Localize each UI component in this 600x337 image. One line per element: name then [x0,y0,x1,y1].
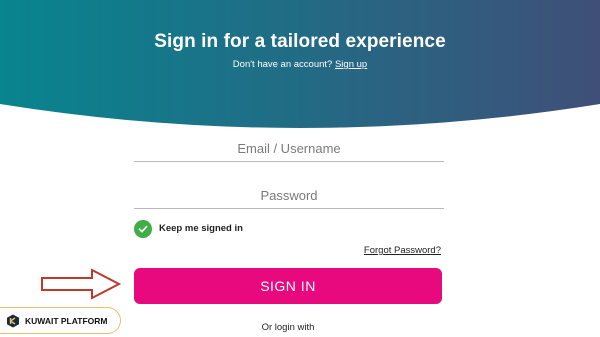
password-field[interactable] [134,183,444,209]
keep-signed-in-label: Keep me signed in [159,223,243,234]
email-username-field[interactable] [134,136,444,162]
no-account-text: Don't have an account? [232,59,333,70]
sign-in-button[interactable]: SIGN IN [134,268,442,304]
forgot-password-link[interactable]: Forgot Password? [364,245,441,256]
arrow-right-icon [41,268,122,300]
kuwait-platform-logo-icon [7,314,19,327]
signup-prompt: Don't have an account? Sign up [0,59,600,70]
checkmark-icon [134,219,152,238]
watermark-label: KUWAIT PLATFORM [25,315,108,326]
signup-link[interactable]: Sign up [335,59,367,70]
watermark-badge: KUWAIT PLATFORM [0,307,121,334]
keep-signed-in-checkbox[interactable]: Keep me signed in [134,219,243,238]
page-title: Sign in for a tailored experience [154,31,446,52]
